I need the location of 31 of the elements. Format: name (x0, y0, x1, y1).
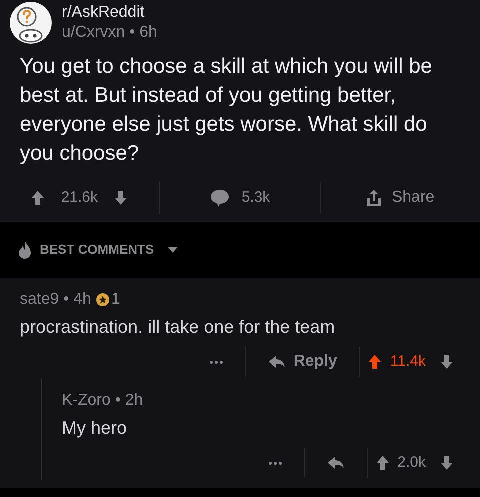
share-button[interactable]: Share (320, 186, 480, 210)
downvote-icon[interactable] (114, 190, 128, 206)
post-score: 21.6k (61, 188, 98, 208)
award-icon (96, 293, 110, 307)
post-meta: u/Cxrvxn • 6h (62, 23, 158, 43)
award-count: 1 (111, 290, 120, 310)
upvote-icon[interactable] (376, 455, 390, 471)
reply-button[interactable]: Reply (246, 350, 360, 374)
downvote-icon[interactable] (440, 354, 454, 370)
comment-text: procrastination. ill take one for the team (20, 316, 336, 339)
speech-bubble-icon (210, 188, 230, 208)
upvote-icon[interactable] (368, 354, 382, 370)
flame-icon (18, 240, 32, 260)
comment-score: 11.4k (390, 352, 426, 372)
share-icon (366, 189, 382, 207)
more-options-icon[interactable] (268, 462, 282, 464)
subreddit-avatar-icon (10, 2, 52, 44)
caret-icon (168, 247, 178, 253)
comment-text: My hero (62, 417, 128, 440)
comment-meta: sate9 • 4h (20, 290, 92, 310)
sort-dropdown[interactable]: BEST COMMENTS (40, 240, 178, 260)
reply-arrow-icon[interactable] (268, 355, 286, 369)
post-title: You get to choose a skill at which you will be best at. But instead of you getting better, everyone else just gets worse. What skill do you choose? (19, 54, 434, 167)
reply-arrow-icon[interactable] (326, 456, 345, 470)
comments-button[interactable]: 5.3k (160, 186, 320, 210)
downvote-icon[interactable] (440, 455, 454, 471)
upvote-icon[interactable] (31, 190, 46, 206)
comment-score: 2.0k (398, 452, 426, 473)
subreddit-name[interactable]: r/AskReddit (62, 3, 158, 23)
comment-meta: K-Zoro • 2h (62, 391, 144, 411)
more-options-icon[interactable] (210, 360, 223, 364)
